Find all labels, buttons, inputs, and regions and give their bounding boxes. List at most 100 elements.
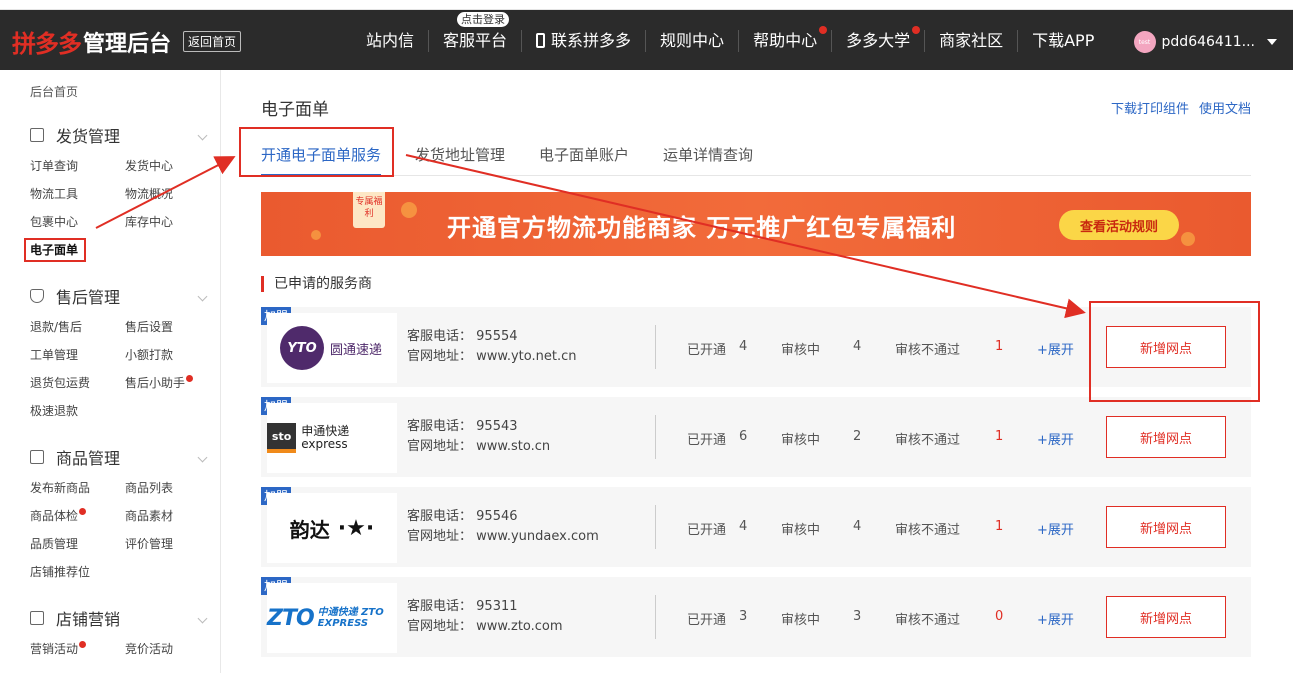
opened-count: 4: [739, 519, 748, 534]
nav-label: 帮助中心: [753, 31, 818, 50]
nav-label: 站内信: [366, 31, 415, 50]
nav-community[interactable]: 商家社区: [925, 30, 1019, 52]
divider: [655, 505, 656, 549]
opened-label: 已开通: [687, 613, 727, 628]
sidebar-item[interactable]: 订单查询: [30, 152, 125, 180]
site-label: 官网地址：: [407, 439, 473, 454]
sidebar-item[interactable]: 物流工具: [30, 180, 125, 208]
login-bubble[interactable]: 点击登录: [457, 12, 510, 27]
provider-row: 加盟 韵达·★· 客服电话： 95546 官网地址： www.yundaex.c…: [261, 487, 1251, 567]
site-value: www.yundaex.com: [476, 529, 599, 544]
chevron-down-icon[interactable]: [197, 130, 208, 140]
promo-banner[interactable]: 专属福利 开通官方物流功能商家 万元推广红包专属福利 查看活动规则: [261, 192, 1251, 256]
download-print-component-link[interactable]: 下载打印组件: [1111, 98, 1189, 117]
expand-link[interactable]: +展开: [1037, 339, 1074, 358]
sidebar-section-products: 商品管理 发布新商品 商品列表 商品体检 商品素材 品质管理 评价管理 店铺推荐…: [30, 446, 210, 586]
phone-icon: [536, 33, 546, 48]
nav-university[interactable]: 多多大学: [832, 26, 926, 52]
expand-link[interactable]: +展开: [1037, 429, 1074, 448]
sidebar-section-header[interactable]: 商品管理: [30, 446, 210, 468]
notification-dot: [79, 641, 87, 648]
nav-contact[interactable]: 联系拼多多: [522, 30, 647, 52]
sidebar-item[interactable]: 评价管理: [125, 530, 215, 558]
sidebar-home[interactable]: 后台首页: [30, 83, 78, 100]
back-home-button[interactable]: 返回首页: [183, 31, 242, 52]
sidebar-item[interactable]: 小额打款: [125, 341, 215, 369]
provider-info: 客服电话： 95311 官网地址： www.zto.com: [407, 597, 563, 637]
sidebar-item[interactable]: 退款/售后: [30, 313, 125, 341]
expand-link[interactable]: +展开: [1037, 609, 1074, 628]
site-value: www.zto.com: [476, 619, 563, 634]
sidebar-section-title: 售后管理: [56, 288, 121, 307]
sidebar-item[interactable]: 库存中心: [125, 208, 215, 236]
sidebar-item[interactable]: 工单管理: [30, 341, 125, 369]
sidebar-item[interactable]: 包裹中心: [30, 208, 125, 236]
sidebar-item[interactable]: 发货中心: [125, 152, 215, 180]
sidebar-item[interactable]: 商品素材: [125, 502, 215, 530]
decorative-coin: [311, 230, 321, 240]
provider-info: 客服电话： 95546 官网地址： www.yundaex.com: [407, 507, 599, 547]
user-menu[interactable]: test pdd646411...: [1133, 31, 1277, 53]
nav-download-app[interactable]: 下载APP: [1018, 30, 1108, 52]
provider-info: 客服电话： 95543 官网地址： www.sto.cn: [407, 417, 550, 457]
nav-customer-service[interactable]: 点击登录客服平台: [429, 12, 523, 52]
sidebar-item[interactable]: 物流概况: [125, 180, 215, 208]
document-icon: [30, 128, 44, 142]
yto-logo-mark: YTO: [280, 326, 324, 370]
provider-logo: YTO 圆通速递: [267, 313, 397, 383]
sidebar-section-marketing: 店铺营销 营销活动 竞价活动: [30, 607, 210, 663]
site-value: www.sto.cn: [476, 439, 551, 454]
tab-bar: 开通电子面单服务 发货地址管理 电子面单账户 运单详情查询: [261, 144, 1251, 176]
nav-help[interactable]: 帮助中心: [739, 26, 833, 52]
opened-label: 已开通: [687, 433, 727, 448]
reviewing-label: 审核中: [781, 433, 821, 448]
nav-label: 规则中心: [660, 31, 725, 50]
sidebar-item[interactable]: 商品列表: [125, 474, 215, 502]
sidebar-item-label: 售后小助手: [125, 376, 186, 390]
highlight-box-sidebar: [24, 238, 86, 262]
app-logo[interactable]: 拼多多 管理后台 返回首页: [12, 24, 242, 59]
reviewing-count: 3: [853, 609, 862, 624]
bag-icon: [30, 450, 44, 464]
phone-label: 客服电话：: [407, 419, 473, 434]
phone-value: 95311: [476, 599, 518, 614]
sidebar-section-header[interactable]: 售后管理: [30, 285, 210, 307]
nav-label: 客服平台: [443, 31, 508, 50]
add-outlet-button[interactable]: 新增网点: [1106, 416, 1226, 458]
sidebar-item[interactable]: 售后设置: [125, 313, 215, 341]
sidebar-item[interactable]: 售后小助手: [125, 369, 215, 397]
sidebar-item[interactable]: 商品体检: [30, 502, 125, 530]
divider: [655, 415, 656, 459]
add-outlet-button[interactable]: 新增网点: [1106, 506, 1226, 548]
expand-link[interactable]: +展开: [1037, 519, 1074, 538]
sidebar-item[interactable]: 品质管理: [30, 530, 125, 558]
tab-account[interactable]: 电子面单账户: [539, 144, 629, 176]
nav-inbox[interactable]: 站内信: [352, 30, 430, 52]
nav-rules[interactable]: 规则中心: [646, 30, 740, 52]
top-links: 下载打印组件 使用文档: [1111, 98, 1251, 117]
view-rules-button[interactable]: 查看活动规则: [1059, 210, 1179, 240]
notification-dot: [186, 375, 194, 382]
docs-link[interactable]: 使用文档: [1199, 98, 1251, 117]
opened-label: 已开通: [687, 523, 727, 538]
yunda-logo-mark: 韵达: [289, 517, 330, 542]
sidebar-section-header[interactable]: 发货管理: [30, 124, 210, 146]
tab-shipping-address[interactable]: 发货地址管理: [415, 144, 505, 176]
sidebar-item[interactable]: 店铺推荐位: [30, 558, 125, 586]
tab-waybill-query[interactable]: 运单详情查询: [663, 144, 753, 176]
chevron-down-icon[interactable]: [197, 613, 208, 623]
chevron-down-icon[interactable]: [197, 452, 208, 462]
sidebar-item[interactable]: 竞价活动: [125, 635, 215, 663]
zto-logo-mark: ZTO: [267, 605, 315, 631]
phone-label: 客服电话：: [407, 599, 473, 614]
sidebar-section-header[interactable]: 店铺营销: [30, 607, 210, 629]
sidebar-item[interactable]: 营销活动: [30, 635, 125, 663]
sidebar-item[interactable]: 发布新商品: [30, 474, 125, 502]
provider-row: 加盟 sto申通快递 express 客服电话： 95543 官网地址： www…: [261, 397, 1251, 477]
add-outlet-button[interactable]: 新增网点: [1106, 596, 1226, 638]
opened-count: 6: [739, 429, 748, 444]
chevron-down-icon[interactable]: [197, 291, 208, 301]
sidebar-item[interactable]: 退货包运费: [30, 369, 125, 397]
sto-logo-mark: sto: [267, 423, 297, 453]
sidebar-item[interactable]: 极速退款: [30, 397, 125, 425]
